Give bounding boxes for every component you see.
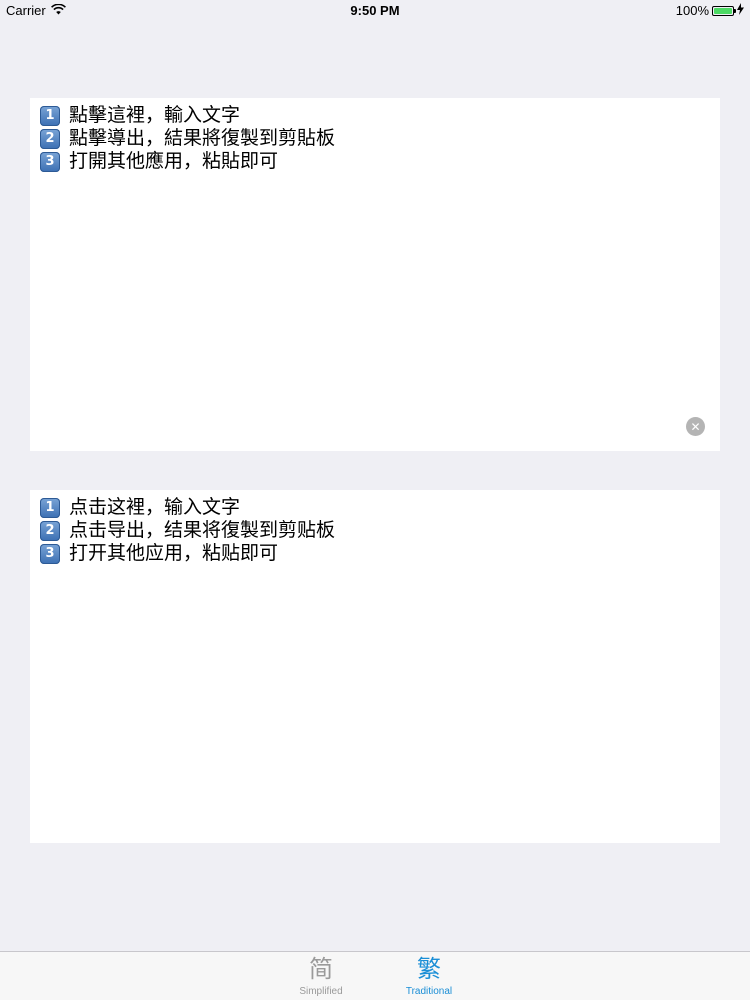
instruction-text: 點擊這裡，輸入文字 [69,104,241,126]
keycap-2-icon: 2 [40,520,60,541]
instruction-line-2: 2 点击导出，结果将復製到剪贴板 [40,519,710,542]
tab-label: Simplified [299,986,343,997]
status-time: 9:50 PM [350,3,400,18]
instruction-text: 打開其他應用，粘貼即可 [69,150,279,172]
keycap-3-icon: 3 [40,151,60,172]
instruction-text: 点击这裡，输入文字 [69,496,241,518]
instruction-text: 打开其他应用，粘贴即可 [69,542,279,564]
instruction-text: 點擊導出，結果將復製到剪貼板 [69,127,336,149]
status-bar: Carrier 9:50 PM 100% [0,0,750,22]
clear-icon[interactable]: ✕ [686,417,705,436]
keycap-1-icon: 1 [40,497,60,518]
battery-fill [714,7,732,14]
simplified-text-view[interactable]: 1 点击这裡，输入文字 2 点击导出，结果将復製到剪贴板 3 打开其他应用，粘贴… [30,490,720,843]
keycap-1-icon: 1 [40,105,60,126]
traditional-text-view[interactable]: 1 點擊這裡，輸入文字 2 點擊導出，結果將復製到剪貼板 3 打開其他應用，粘貼… [30,98,720,451]
tab-traditional[interactable]: 繁 Traditional [384,952,474,1000]
instruction-text: 点击导出，结果将復製到剪贴板 [69,519,336,541]
instruction-line-1: 1 點擊這裡，輸入文字 [40,104,710,127]
battery-percent: 100% [675,3,709,18]
instruction-line-2: 2 點擊導出，結果將復製到剪貼板 [40,127,710,150]
instruction-line-3: 3 打開其他應用，粘貼即可 [40,150,710,173]
instruction-line-3: 3 打开其他应用，粘贴即可 [40,542,710,565]
battery-icon [712,5,736,16]
simplified-char-icon: 简 [309,955,333,983]
keycap-2-icon: 2 [40,128,60,149]
tab-label: Traditional [405,986,453,997]
tab-bar: 简 Simplified 繁 Traditional [0,951,750,1000]
traditional-char-icon: 繁 [417,955,441,983]
instruction-line-1: 1 点击这裡，输入文字 [40,496,710,519]
status-bar-right: 100% [676,3,744,18]
keycap-3-icon: 3 [40,543,60,564]
tab-simplified[interactable]: 简 Simplified [276,952,366,1000]
charging-bolt-icon [737,3,744,18]
